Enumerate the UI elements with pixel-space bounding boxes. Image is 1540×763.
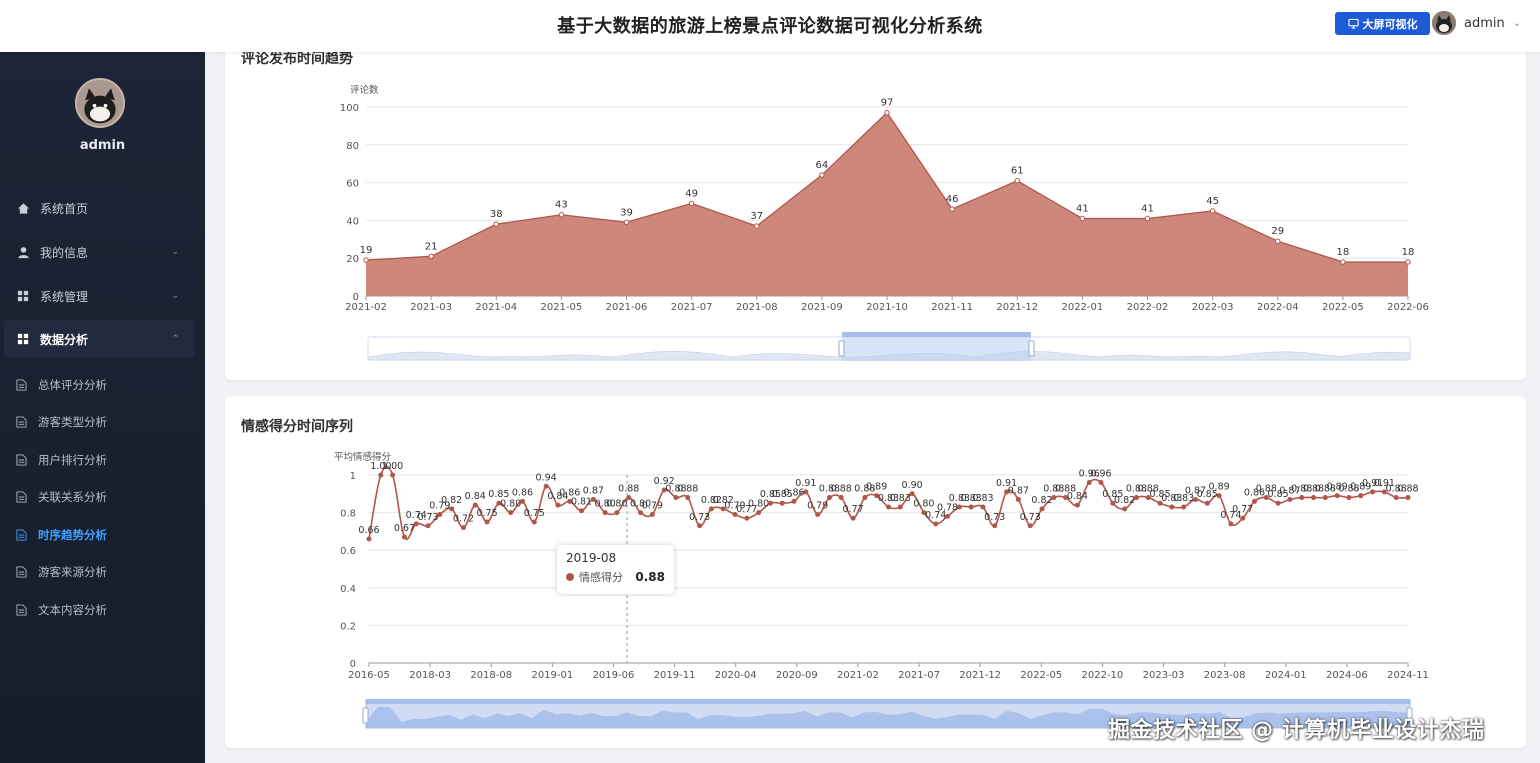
series-dot <box>566 573 574 581</box>
sub-item-time-series[interactable]: 时序趋势分析 <box>4 517 195 553</box>
sub-item-label: 用户排行分析 <box>38 453 107 467</box>
sidebar: admin 系统首页 我的信息 ⌄ 系统管理 ⌄ 数据分析 ⌃ 总体评分分析 游… <box>0 52 205 763</box>
monitor-icon <box>1347 18 1359 29</box>
sub-item-user-rank[interactable]: 用户排行分析 <box>4 442 195 478</box>
document-icon <box>16 604 28 617</box>
sub-item-label: 时序趋势分析 <box>38 528 107 542</box>
sub-item-label: 总体评分分析 <box>38 378 107 392</box>
sidebar-user-name: admin <box>79 138 126 153</box>
user-menu[interactable]: admin ⌄ <box>1432 11 1521 35</box>
sub-item-visitor-source[interactable]: 游客来源分析 <box>4 554 195 590</box>
top-header: 基于大数据的旅游上榜景点评论数据可视化分析系统 大屏可视化 admin ⌄ <box>0 0 1540 52</box>
watermark: 掘金技术社区 @ 计算机毕业设计杰瑞 <box>1108 718 1485 743</box>
menu-item-label: 我的信息 <box>40 245 89 260</box>
document-icon <box>16 491 28 504</box>
chevron-down-icon: ⌄ <box>171 291 179 301</box>
tooltip-value: 0.88 <box>635 570 665 584</box>
sub-item-overall-rating[interactable]: 总体评分分析 <box>4 367 195 403</box>
sub-item-text-content[interactable]: 文本内容分析 <box>4 592 195 628</box>
home-icon <box>16 201 30 215</box>
menu-item-my-info[interactable]: 我的信息 ⌄ <box>4 233 195 271</box>
document-icon <box>16 416 28 429</box>
grid-icon <box>16 332 30 346</box>
document-icon <box>16 566 28 579</box>
sidebar-avatar <box>75 78 125 128</box>
document-icon <box>16 379 28 392</box>
chevron-down-icon: ⌄ <box>1512 17 1522 29</box>
menu-item-label: 数据分析 <box>40 332 89 347</box>
menu-item-data-analysis[interactable]: 数据分析 ⌃ <box>4 320 195 358</box>
sub-item-visitor-type[interactable]: 游客类型分析 <box>4 404 195 440</box>
tooltip-series: 情感得分 <box>579 571 623 584</box>
sub-item-label: 游客来源分析 <box>38 565 107 579</box>
tooltip-date: 2019-08 <box>566 551 617 565</box>
menu-item-system-admin[interactable]: 系统管理 ⌄ <box>4 277 195 315</box>
menu-item-label: 系统管理 <box>40 289 89 304</box>
user-icon <box>16 245 30 259</box>
sentiment-series-card: 情感得分时间序列 <box>225 396 1526 748</box>
menu-item-label: 系统首页 <box>40 201 89 216</box>
sub-item-label: 关联关系分析 <box>38 490 107 504</box>
bigscreen-label: 大屏可视化 <box>1362 17 1418 31</box>
chart-tooltip: 2019-08 情感得分 0.88 <box>557 545 674 594</box>
chevron-up-icon: ⌃ <box>171 334 179 344</box>
document-icon <box>16 454 28 467</box>
document-icon <box>16 529 28 542</box>
sub-item-label: 文本内容分析 <box>38 603 107 617</box>
bigscreen-button[interactable]: 大屏可视化 <box>1335 12 1430 35</box>
app-title: 基于大数据的旅游上榜景点评论数据可视化分析系统 <box>557 16 983 37</box>
chart2-title: 情感得分时间序列 <box>241 419 353 435</box>
comment-trend-card: 评论发布时间趋势 <box>225 36 1526 380</box>
grid-icon <box>16 289 30 303</box>
avatar <box>1432 11 1456 35</box>
sub-item-label: 游客类型分析 <box>38 415 107 429</box>
chevron-down-icon: ⌄ <box>171 247 179 257</box>
menu-item-home[interactable]: 系统首页 <box>4 189 195 227</box>
header-user-name: admin <box>1464 15 1505 31</box>
sub-item-relation[interactable]: 关联关系分析 <box>4 479 195 515</box>
